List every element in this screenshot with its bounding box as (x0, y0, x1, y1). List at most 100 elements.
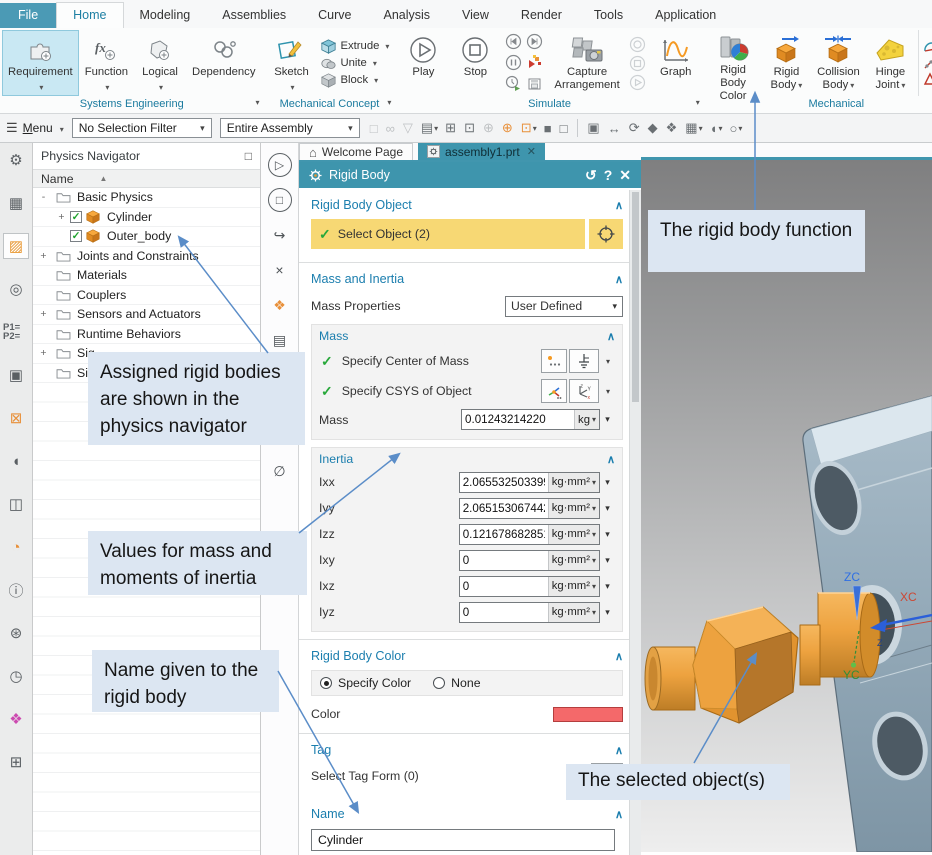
function-button[interactable]: fx Function (79, 30, 134, 96)
settings-gear-icon[interactable]: ⚙ (3, 147, 29, 173)
tab-tools[interactable]: Tools (578, 3, 639, 28)
inertia-unit-dropdown[interactable]: kg·mm² (548, 473, 599, 492)
constraint-navigator-icon[interactable]: ⊠ (3, 405, 29, 431)
mass-value-input[interactable] (462, 410, 574, 429)
logical-button[interactable]: Logical (134, 30, 186, 96)
selection-funnel-icon[interactable]: ▽ (401, 118, 416, 138)
collapse-chevron-icon[interactable] (615, 744, 623, 757)
scatter-capture-icon[interactable] (525, 53, 543, 71)
mass-subsection-header[interactable]: Mass (319, 326, 615, 346)
inertia-formula-caret[interactable] (600, 602, 615, 623)
play-physics-icon[interactable]: ▷ (268, 153, 292, 177)
section-rigid-body-object[interactable]: Rigid Body Object (311, 194, 623, 216)
section-mass-and-inertia[interactable]: Mass and Inertia (311, 268, 623, 290)
inertia-unit-dropdown[interactable]: kg·mm² (548, 577, 599, 596)
hd3d-tools-icon[interactable]: ◫ (3, 491, 29, 517)
collapse-chevron-icon[interactable] (607, 330, 615, 343)
inertia-value-input[interactable] (460, 473, 548, 492)
tab-application[interactable]: Application (639, 3, 732, 28)
window-zoom-icon[interactable]: ▣ (585, 118, 602, 138)
close-tab-icon[interactable]: ✕ (527, 145, 536, 158)
csys-dialog-button[interactable] (541, 379, 567, 403)
clock-play-icon[interactable] (504, 74, 522, 92)
angle-button[interactable]: Ang (923, 72, 932, 86)
tree-row[interactable]: + Sensors and Actuators (33, 305, 260, 325)
cylinder-view-icon[interactable]: ○▾ (727, 118, 744, 138)
physics-navigator-icon[interactable]: ▨ (3, 233, 29, 259)
history-icon[interactable]: ◷ (3, 663, 29, 689)
part-navigator-icon[interactable]: ▣ (3, 362, 29, 388)
delete-icon[interactable]: × (268, 258, 292, 282)
tree-checkbox[interactable] (70, 230, 82, 242)
block-button[interactable]: Block (321, 73, 389, 88)
dialog-scrollbar[interactable] (629, 190, 641, 855)
collapse-chevron-icon[interactable] (607, 453, 615, 466)
section-rigid-body-color[interactable]: Rigid Body Color (311, 645, 623, 667)
stop-physics-icon[interactable]: □ (268, 188, 292, 212)
window-fit-icon[interactable]: ↔ (606, 118, 624, 138)
inertia-formula-caret[interactable] (600, 524, 615, 545)
export-folder-icon[interactable]: ↪ (268, 223, 292, 247)
section-tag[interactable]: Tag (311, 739, 623, 761)
tab-welcome-page[interactable]: Welcome Page (299, 143, 413, 160)
color-swatch[interactable] (553, 707, 623, 722)
collapse-chevron-icon[interactable] (615, 650, 623, 663)
point-on-face-icon[interactable]: ⊕ (500, 118, 516, 138)
inertia-unit-dropdown[interactable]: kg·mm² (548, 525, 599, 544)
skip-forward-icon[interactable] (525, 32, 543, 50)
inferred-point-button[interactable] (569, 349, 599, 373)
tree-expander[interactable]: + (39, 347, 48, 359)
select-crosshair-button[interactable] (587, 219, 623, 249)
tree-expander[interactable]: + (39, 308, 48, 320)
move-body-icon[interactable]: ❖ (268, 293, 292, 317)
tab-home[interactable]: Home (56, 2, 123, 28)
point-options-caret[interactable] (601, 349, 615, 373)
snap-point-icon[interactable]: ⊕ (481, 118, 497, 138)
dialog-help-icon[interactable]: ? (604, 167, 613, 183)
angular-spring-joint-button[interactable]: Ang (923, 40, 932, 54)
inertia-unit-dropdown[interactable]: kg·mm² (548, 551, 599, 570)
linear-spring-joint-button[interactable]: Line (923, 56, 932, 70)
inertia-value-input[interactable] (460, 499, 548, 518)
web-browser-icon[interactable]: ⊛ (3, 620, 29, 646)
shaded-cube-icon[interactable]: ◆ (646, 118, 661, 138)
menu-button[interactable]: ☰ Menu (6, 120, 64, 136)
grid-window-icon[interactable]: ▦▾ (683, 118, 704, 138)
mass-formula-caret[interactable] (600, 409, 615, 430)
inertia-value-input[interactable] (460, 525, 548, 544)
undock-icon[interactable]: □ (245, 149, 252, 163)
dialog-close-icon[interactable]: ✕ (619, 167, 631, 184)
tree-row[interactable]: Runtime Behaviors (33, 325, 260, 345)
interpart-link-icon[interactable]: ∞ (384, 118, 398, 138)
column-header-name[interactable]: Name▲ (33, 169, 260, 188)
tab-file[interactable]: File (0, 3, 56, 28)
inertia-formula-caret[interactable] (600, 472, 615, 493)
extrude-button[interactable]: Extrude (321, 39, 389, 54)
tab-assemblies[interactable]: Assemblies (206, 3, 302, 28)
bracket-select-icon[interactable]: ⊞ (443, 118, 459, 138)
inertia-value-input[interactable] (460, 551, 548, 570)
group-caret-icon[interactable] (696, 98, 700, 107)
inertia-formula-caret[interactable] (600, 498, 615, 519)
tab-view[interactable]: View (446, 3, 505, 28)
window-rotate-icon[interactable]: ⟳ (627, 118, 643, 138)
frame-select-icon[interactable]: ⊡▾ (519, 118, 539, 138)
cube-gear-icon[interactable]: ❖ (664, 118, 681, 138)
inferred-csys-button[interactable]: zYx (569, 379, 599, 403)
collapse-chevron-icon[interactable] (615, 273, 623, 286)
collapse-chevron-icon[interactable] (615, 808, 623, 821)
section-name[interactable]: Name (311, 803, 623, 825)
tree-row[interactable]: Materials (33, 266, 260, 286)
pause-icon[interactable] (504, 53, 522, 71)
shaded-view-icon[interactable]: ■ (542, 118, 555, 138)
toolbar-separator[interactable] (577, 119, 578, 137)
selection-filter-dropdown[interactable]: No Selection Filter (72, 118, 212, 138)
capture-arrangement-button[interactable]: Capture Arrangement (548, 30, 625, 96)
select-object-row[interactable]: Select Object (2) (311, 219, 585, 249)
sketch-button[interactable]: Sketch (265, 30, 317, 96)
tab-analysis[interactable]: Analysis (368, 3, 447, 28)
tree-row[interactable]: Couplers (33, 286, 260, 306)
section-clamp-icon[interactable]: ◖▾ (708, 118, 725, 138)
rigid-body-button[interactable]: Rigid Body (760, 30, 812, 96)
tree-row[interactable]: Outer_body (33, 227, 260, 247)
